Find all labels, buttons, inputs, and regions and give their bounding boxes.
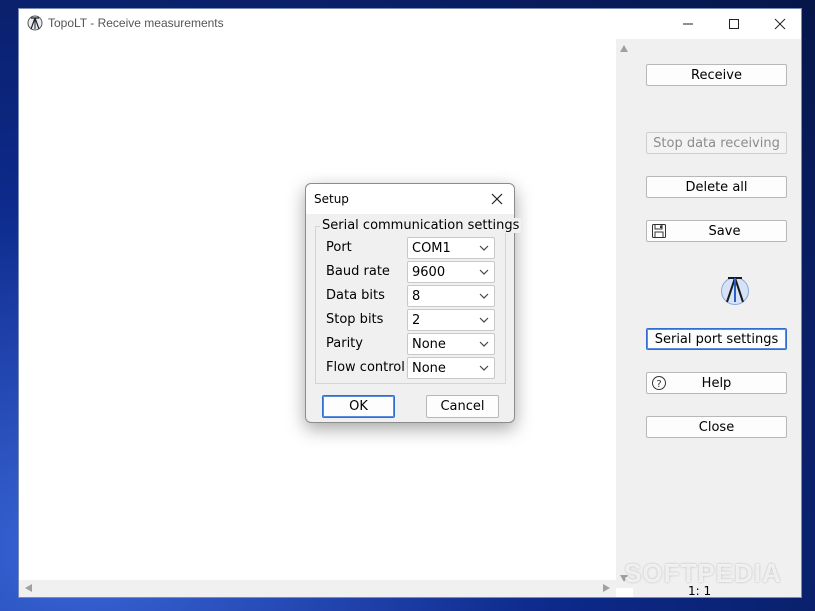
tripod-icon	[27, 15, 43, 31]
title-bar[interactable]: TopoLT - Receive measurements	[19, 9, 801, 39]
flow-control-label: Flow control	[326, 360, 405, 375]
chevron-down-icon	[479, 365, 489, 371]
serial-port-settings-label: Serial port settings	[654, 331, 779, 347]
setup-dialog: Setup Serial communication settings Port…	[305, 183, 522, 423]
stop-bits-select[interactable]: 2	[407, 309, 495, 331]
parity-label: Parity	[326, 336, 363, 351]
close-window-button[interactable]	[757, 9, 803, 39]
floppy-disk-icon	[652, 224, 666, 238]
scroll-left-icon[interactable]	[25, 584, 32, 592]
port-select[interactable]: COM1	[407, 237, 495, 259]
stop-receiving-button[interactable]: Stop data receiving	[646, 132, 787, 154]
group-title: Serial communication settings	[320, 218, 522, 233]
scroll-up-icon[interactable]	[620, 45, 628, 52]
receive-label: Receive	[691, 67, 742, 83]
cancel-button[interactable]: Cancel	[426, 395, 499, 418]
port-label: Port	[326, 240, 352, 255]
chevron-down-icon	[479, 317, 489, 323]
chevron-down-icon	[479, 269, 489, 275]
flow-control-value: None	[412, 361, 446, 376]
horizontal-scrollbar[interactable]	[19, 580, 616, 597]
flow-control-select[interactable]: None	[407, 357, 495, 379]
cancel-label: Cancel	[440, 399, 485, 414]
close-icon	[774, 18, 786, 30]
maximize-icon	[729, 19, 739, 29]
minimize-button[interactable]	[665, 9, 711, 39]
delete-all-button[interactable]: Delete all	[646, 176, 787, 198]
delete-all-label: Delete all	[685, 179, 748, 195]
scroll-right-icon[interactable]	[603, 584, 610, 592]
baud-rate-label: Baud rate	[326, 264, 390, 279]
stop-bits-label: Stop bits	[326, 312, 384, 327]
baud-rate-value: 9600	[412, 265, 446, 280]
dialog-title: Setup	[314, 192, 349, 206]
vertical-scrollbar[interactable]	[616, 39, 633, 588]
parity-value: None	[412, 337, 446, 352]
chevron-down-icon	[479, 293, 489, 299]
save-label: Save	[708, 223, 741, 239]
help-button[interactable]: ? Help	[646, 372, 787, 394]
data-bits-label: Data bits	[326, 288, 385, 303]
minimize-icon	[683, 23, 693, 25]
ok-button[interactable]: OK	[322, 395, 395, 418]
data-bits-select[interactable]: 8	[407, 285, 495, 307]
stop-bits-value: 2	[412, 313, 421, 328]
data-bits-value: 8	[412, 289, 421, 304]
receive-button[interactable]: Receive	[646, 64, 787, 86]
question-circle-icon: ?	[652, 376, 666, 390]
chevron-down-icon	[479, 245, 489, 251]
ok-label: OK	[349, 399, 368, 414]
maximize-button[interactable]	[711, 9, 757, 39]
dialog-title-bar[interactable]: Setup	[306, 184, 514, 214]
chevron-down-icon	[479, 341, 489, 347]
cursor-position-status: 1: 1	[688, 584, 712, 598]
serial-port-settings-button[interactable]: Serial port settings	[646, 328, 787, 350]
close-button[interactable]: Close	[646, 416, 787, 438]
window-title: TopoLT - Receive measurements	[48, 16, 224, 30]
port-value: COM1	[412, 241, 451, 256]
help-label: Help	[701, 375, 732, 391]
side-panel: Receive Stop data receiving Delete all S…	[633, 39, 801, 597]
parity-select[interactable]: None	[407, 333, 495, 355]
stop-receiving-label: Stop data receiving	[653, 135, 780, 151]
baud-rate-select[interactable]: 9600	[407, 261, 495, 283]
tripod-logo-icon	[721, 277, 749, 305]
close-icon	[491, 193, 503, 205]
dialog-close-button[interactable]	[486, 188, 508, 210]
save-button[interactable]: Save	[646, 220, 787, 242]
svg-text:?: ?	[656, 379, 661, 390]
close-label: Close	[698, 419, 735, 435]
